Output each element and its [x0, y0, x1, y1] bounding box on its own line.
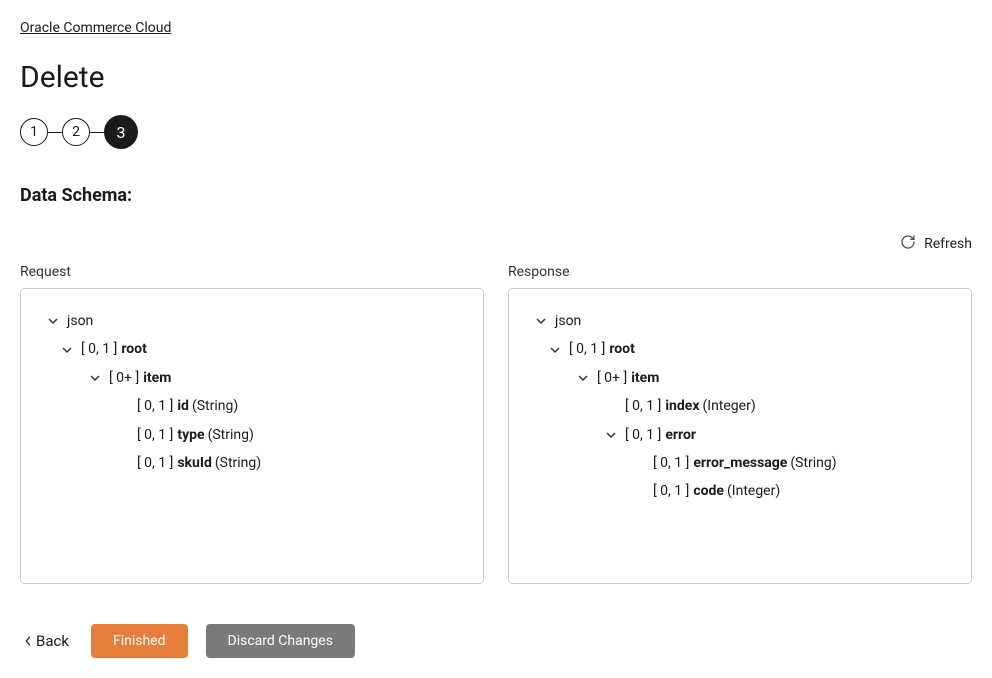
back-button[interactable]: Back [20, 624, 73, 658]
chevron-down-icon[interactable] [59, 342, 75, 358]
request-schema-box: json [ 0, 1 ] root [ 0+ ] [20, 288, 484, 584]
tree-label: json [67, 310, 93, 332]
node-bracket: [ 0, 1 ] [625, 424, 661, 446]
request-header: Request [20, 264, 484, 280]
breadcrumb-link[interactable]: Oracle Commerce Cloud [20, 20, 171, 36]
step-connector [48, 132, 62, 133]
chevron-down-icon[interactable] [575, 370, 591, 386]
request-column: Request json [ 0, 1 ] root [20, 264, 484, 584]
node-bracket: [ 0, 1 ] [81, 338, 117, 360]
step-connector [90, 132, 104, 133]
step-1[interactable]: 1 [20, 118, 48, 146]
stepper: 1 2 3 [20, 115, 972, 149]
chevron-down-icon[interactable] [533, 313, 549, 329]
tree-node-error[interactable]: [ 0, 1 ] error [603, 421, 961, 449]
tree-node-root[interactable]: [ 0, 1 ] root [59, 335, 473, 363]
node-name: error [665, 424, 696, 446]
tree-leaf[interactable]: [ 0, 1 ] type (String) [115, 421, 473, 449]
footer-actions: Back Finished Discard Changes [20, 624, 972, 658]
node-name: root [609, 338, 634, 360]
node-name: error_message [693, 452, 787, 474]
section-title: Data Schema: [20, 185, 972, 206]
node-name: type [177, 424, 204, 446]
step-2[interactable]: 2 [62, 118, 90, 146]
node-bracket: [ 0, 1 ] [653, 452, 689, 474]
node-bracket: [ 0, 1 ] [625, 395, 661, 417]
node-bracket: [ 0, 1 ] [137, 452, 173, 474]
chevron-down-icon[interactable] [547, 342, 563, 358]
node-bracket: [ 0, 1 ] [137, 395, 173, 417]
refresh-button[interactable]: Refresh [900, 234, 972, 254]
tree-leaf[interactable]: [ 0, 1 ] code (Integer) [631, 477, 961, 505]
tree-leaf[interactable]: [ 0, 1 ] index (Integer) [603, 392, 961, 420]
tree-node-item[interactable]: [ 0+ ] item [575, 364, 961, 392]
chevron-down-icon[interactable] [45, 313, 61, 329]
node-bracket: [ 0, 1 ] [569, 338, 605, 360]
node-bracket: [ 0+ ] [109, 367, 139, 389]
node-bracket: [ 0, 1 ] [137, 424, 173, 446]
tree-leaf[interactable]: [ 0, 1 ] id (String) [115, 392, 473, 420]
tree-leaf[interactable]: [ 0, 1 ] skuId (String) [115, 449, 473, 477]
node-name: item [631, 367, 659, 389]
finished-button[interactable]: Finished [91, 624, 188, 658]
node-name: root [121, 338, 146, 360]
node-type: (String) [192, 395, 238, 417]
tree-node-json[interactable]: json [31, 307, 473, 335]
tree-label: json [555, 310, 581, 332]
node-name: index [665, 395, 699, 417]
response-column: Response json [ 0, 1 ] root [508, 264, 972, 584]
refresh-label: Refresh [924, 236, 972, 252]
node-type: (String) [790, 452, 836, 474]
node-type: (String) [215, 452, 261, 474]
node-type: (Integer) [727, 480, 780, 502]
tree-leaf[interactable]: [ 0, 1 ] error_message (String) [631, 449, 961, 477]
discard-button[interactable]: Discard Changes [206, 624, 355, 658]
node-type: (Integer) [702, 395, 755, 417]
node-bracket: [ 0+ ] [597, 367, 627, 389]
tree-node-item[interactable]: [ 0+ ] item [87, 364, 473, 392]
response-header: Response [508, 264, 972, 280]
node-bracket: [ 0, 1 ] [653, 480, 689, 502]
step-3[interactable]: 3 [104, 115, 138, 149]
chevron-left-icon [24, 632, 32, 650]
node-name: item [143, 367, 171, 389]
back-label: Back [36, 632, 69, 650]
node-type: (String) [208, 424, 254, 446]
tree-node-root[interactable]: [ 0, 1 ] root [547, 335, 961, 363]
refresh-icon [900, 234, 916, 254]
node-name: id [177, 395, 189, 417]
chevron-down-icon[interactable] [87, 370, 103, 386]
tree-node-json[interactable]: json [519, 307, 961, 335]
chevron-down-icon[interactable] [603, 427, 619, 443]
response-schema-box: json [ 0, 1 ] root [ 0+ ] [508, 288, 972, 584]
node-name: skuId [177, 452, 212, 474]
node-name: code [693, 480, 724, 502]
page-title: Delete [20, 60, 972, 95]
